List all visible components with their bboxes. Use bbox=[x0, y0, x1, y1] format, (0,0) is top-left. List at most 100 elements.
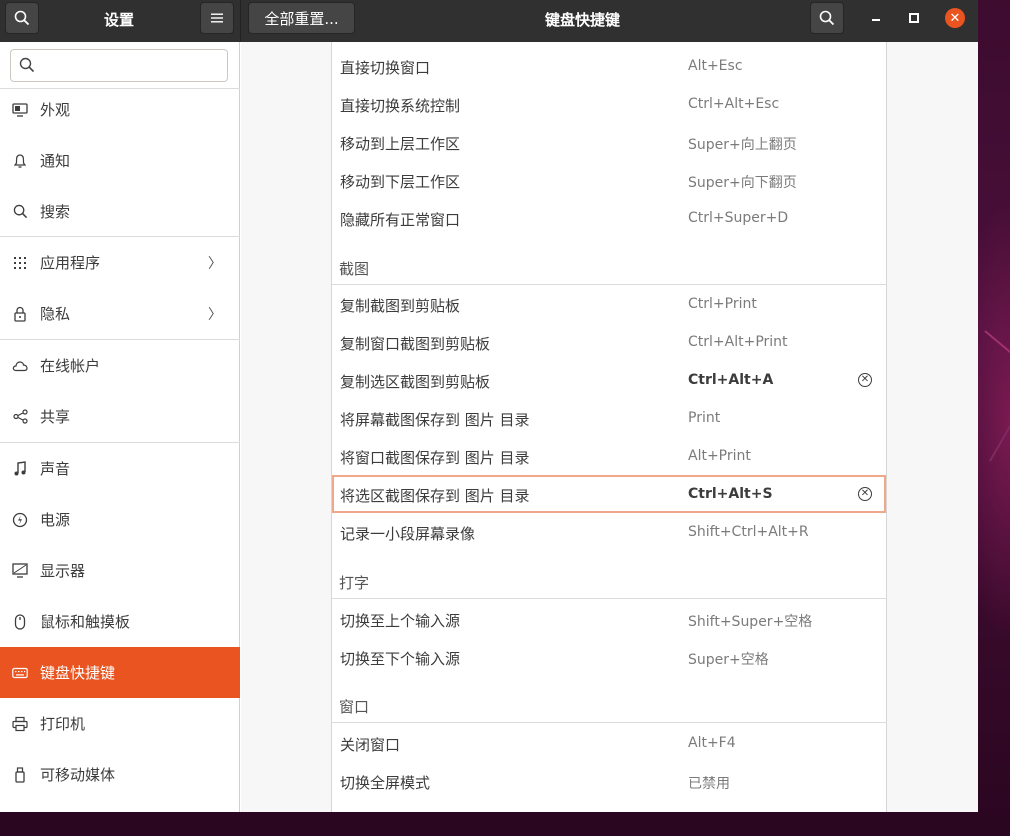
sidebar-item-appearance[interactable]: 外观 bbox=[0, 84, 240, 135]
shortcut-row[interactable]: 直接切换窗口 Alt+Esc bbox=[332, 47, 886, 85]
reset-shortcut-button[interactable]: ✕ bbox=[858, 487, 872, 501]
search-icon bbox=[11, 203, 29, 221]
shortcut-name: 记录一小段屏幕录像 bbox=[340, 525, 476, 543]
shortcut-name: 将选区截图保存到 图片 目录 bbox=[340, 487, 530, 505]
sidebar-item-privacy[interactable]: 隐私 〉 bbox=[0, 288, 240, 339]
sidebar-item-removable-media[interactable]: 可移动媒体 bbox=[0, 749, 240, 800]
reset-shortcut-button[interactable]: ✕ bbox=[858, 373, 872, 387]
keyboard-icon bbox=[11, 664, 29, 682]
cloud-icon bbox=[11, 357, 29, 375]
settings-window: 设置 全部重置... 键盘快捷键 ✕ 外观 通知 搜索 应用程序 〉 隐私 〉 … bbox=[0, 0, 978, 812]
shortcut-name: 直接切换窗口 bbox=[340, 59, 431, 77]
sidebar-item-label: 隐私 bbox=[40, 305, 71, 323]
shortcut-name: 将屏幕截图保存到 图片 目录 bbox=[340, 411, 530, 429]
shortcut-row[interactable]: 移动到下层工作区 Super+向下翻页 bbox=[332, 161, 886, 199]
shortcut-row[interactable]: 直接切换系统控制 Ctrl+Alt+Esc bbox=[332, 85, 886, 123]
shortcut-row[interactable]: 复制截图到剪贴板 Ctrl+Print bbox=[332, 285, 886, 323]
shortcut-name: 复制窗口截图到剪贴板 bbox=[340, 335, 491, 353]
sidebar-item-sharing[interactable]: 共享 bbox=[0, 391, 240, 442]
shortcut-accel: Shift+Ctrl+Alt+R bbox=[688, 524, 809, 540]
printer-icon bbox=[11, 715, 29, 733]
maximize-button[interactable] bbox=[904, 6, 924, 30]
shortcut-row[interactable]: 移动到上层工作区 Super+向上翻页 bbox=[332, 123, 886, 161]
sidebar-item-applications[interactable]: 应用程序 〉 bbox=[0, 237, 240, 288]
shortcut-name: 关闭窗口 bbox=[340, 736, 401, 754]
shortcut-row[interactable]: 隐藏所有正常窗口 Ctrl+Super+D bbox=[332, 199, 886, 237]
shortcut-row[interactable]: 将屏幕截图保存到 图片 目录 Print bbox=[332, 399, 886, 437]
power-icon bbox=[11, 511, 29, 529]
shortcut-accel: Super+向下翻页 bbox=[688, 175, 797, 191]
chevron-right-icon: 〉 bbox=[208, 307, 222, 323]
shortcut-row[interactable]: 切换至下个输入源 Super+空格 bbox=[332, 638, 886, 676]
section-divider bbox=[332, 722, 886, 723]
wallpaper-streak bbox=[989, 391, 1010, 462]
sidebar-item-notifications[interactable]: 通知 bbox=[0, 135, 240, 186]
shortcut-accel: Ctrl+Super+D bbox=[688, 210, 789, 226]
sidebar-item-power[interactable]: 电源 bbox=[0, 494, 240, 545]
main-content: 直接切换窗口 Alt+Esc 直接切换系统控制 Ctrl+Alt+Esc 移动到… bbox=[241, 42, 978, 812]
shortcut-row[interactable]: 复制窗口截图到剪贴板 Ctrl+Alt+Print bbox=[332, 323, 886, 361]
shortcut-row[interactable]: 记录一小段屏幕录像 Shift+Ctrl+Alt+R bbox=[332, 513, 886, 551]
lock-icon bbox=[11, 305, 29, 323]
shortcut-accel: 已禁用 bbox=[688, 776, 730, 792]
close-icon: ✕ bbox=[949, 10, 961, 26]
shortcut-row[interactable]: 复制选区截图到剪贴板 Ctrl+Alt+A ✕ bbox=[332, 361, 886, 399]
sidebar-item-label: 电源 bbox=[40, 511, 71, 529]
sidebar-item-printers[interactable]: 打印机 bbox=[0, 698, 240, 749]
sidebar-item-label: 鼠标和触摸板 bbox=[40, 613, 131, 631]
sidebar-search-toggle-button[interactable] bbox=[5, 2, 39, 34]
shortcut-name: 移动到下层工作区 bbox=[340, 173, 461, 191]
wallpaper-streak bbox=[984, 330, 1010, 371]
sidebar-item-label: 通知 bbox=[40, 152, 71, 170]
sidebar-item-label: 在线帐户 bbox=[40, 357, 101, 375]
settings-title: 设置 bbox=[103, 11, 134, 29]
shortcut-accel: Ctrl+Alt+Print bbox=[688, 334, 788, 350]
sidebar-search-input[interactable] bbox=[10, 49, 228, 82]
minimize-button[interactable] bbox=[866, 6, 886, 30]
music-note-icon bbox=[11, 460, 29, 478]
appearance-icon bbox=[11, 101, 29, 119]
shortcut-name: 隐藏所有正常窗口 bbox=[340, 211, 461, 229]
section-divider bbox=[332, 598, 886, 599]
header-separator bbox=[240, 0, 241, 42]
sidebar: 外观 通知 搜索 应用程序 〉 隐私 〉 在线帐户 共享 声音 电源 显示器 鼠… bbox=[0, 42, 240, 812]
shortcut-row[interactable]: 关闭窗口 Alt+F4 bbox=[332, 724, 886, 762]
shortcut-name: 复制截图到剪贴板 bbox=[340, 297, 461, 315]
sidebar-item-sound[interactable]: 声音 bbox=[0, 443, 240, 494]
apps-grid-icon bbox=[11, 254, 29, 272]
close-icon: ✕ bbox=[860, 488, 870, 499]
search-icon bbox=[819, 10, 835, 26]
shortcut-row[interactable]: 切换全屏模式 已禁用 bbox=[332, 762, 886, 800]
section-title-typing: 打字 bbox=[339, 574, 370, 592]
sidebar-item-displays[interactable]: 显示器 bbox=[0, 545, 240, 596]
shortcut-accel: Super+向上翻页 bbox=[688, 137, 797, 153]
search-icon bbox=[14, 10, 30, 26]
shortcut-name: 切换全屏模式 bbox=[340, 774, 431, 792]
sidebar-item-label: 打印机 bbox=[40, 715, 86, 733]
sidebar-item-label: 可移动媒体 bbox=[40, 766, 116, 784]
primary-menu-button[interactable] bbox=[200, 2, 234, 34]
sidebar-item-mouse-touchpad[interactable]: 鼠标和触摸板 bbox=[0, 596, 240, 647]
shortcut-row[interactable]: 切换至上个输入源 Shift+Super+空格 bbox=[332, 600, 886, 638]
sidebar-item-label: 应用程序 bbox=[40, 254, 101, 272]
close-button[interactable]: ✕ bbox=[945, 8, 965, 28]
close-icon: ✕ bbox=[860, 374, 870, 385]
shortcut-accel: Alt+Esc bbox=[688, 58, 743, 74]
sidebar-item-keyboard-shortcuts[interactable]: 键盘快捷键 bbox=[0, 647, 240, 698]
sidebar-item-label: 外观 bbox=[40, 101, 71, 119]
display-icon bbox=[11, 562, 29, 580]
section-title-screenshots: 截图 bbox=[339, 260, 370, 278]
sidebar-item-label: 键盘快捷键 bbox=[40, 664, 116, 682]
shortcut-accel: Super+空格 bbox=[688, 652, 769, 668]
shortcut-accel: Ctrl+Print bbox=[688, 296, 757, 312]
sidebar-item-label: 搜索 bbox=[40, 203, 71, 221]
shortcut-name: 切换至上个输入源 bbox=[340, 612, 461, 630]
sidebar-item-search[interactable]: 搜索 bbox=[0, 186, 240, 237]
shortcut-row-focused[interactable]: 将选区截图保存到 图片 目录 Ctrl+Alt+S ✕ bbox=[332, 475, 886, 513]
reset-all-button[interactable]: 全部重置... bbox=[248, 2, 355, 34]
shortcut-search-button[interactable] bbox=[810, 2, 844, 34]
sidebar-item-online-accounts[interactable]: 在线帐户 bbox=[0, 340, 240, 391]
sidebar-item-label: 显示器 bbox=[40, 562, 86, 580]
shortcut-row[interactable]: 将窗口截图保存到 图片 目录 Alt+Print bbox=[332, 437, 886, 475]
removable-media-icon bbox=[11, 766, 29, 784]
